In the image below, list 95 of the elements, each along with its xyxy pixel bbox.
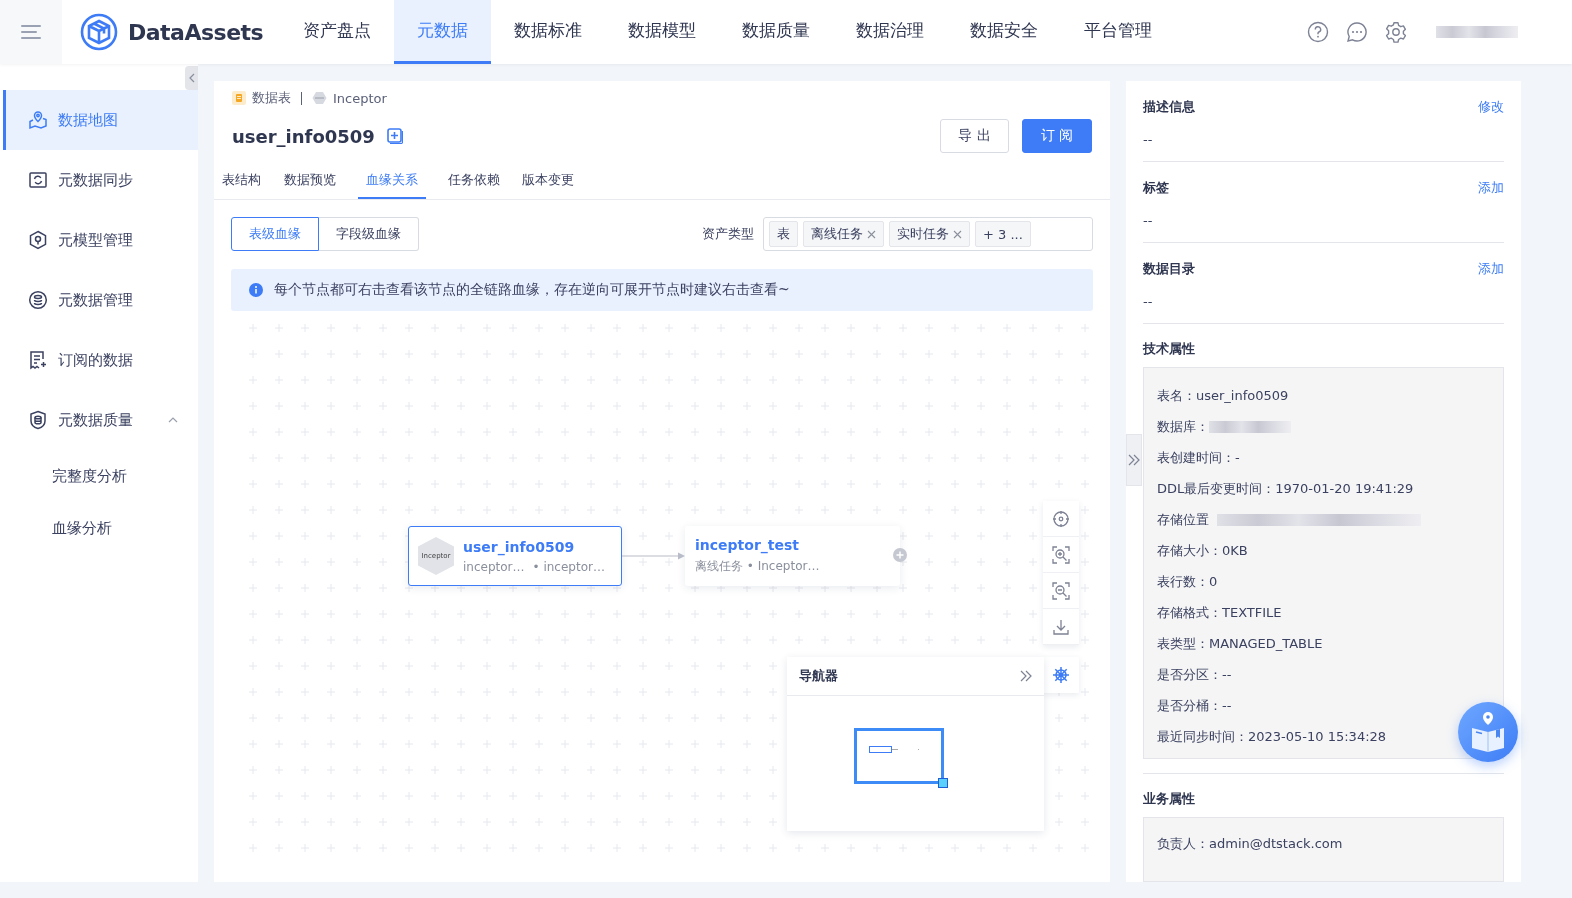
- zoom-out-icon[interactable]: [1043, 573, 1079, 609]
- cube-logo-icon: [80, 13, 118, 51]
- database-shield-icon: [28, 410, 48, 430]
- collapse-button[interactable]: [185, 66, 198, 90]
- property-text: 表类型：MANAGED_TABLE: [1157, 634, 1323, 653]
- property-text: 存储位置: [1157, 510, 1209, 529]
- tab[interactable]: 版本变更: [522, 163, 574, 199]
- settings-icon[interactable]: [1385, 21, 1407, 43]
- sidebar-item[interactable]: 订阅的数据: [3, 330, 198, 390]
- menu-icon[interactable]: [21, 24, 41, 40]
- node-title: user_info0509: [463, 538, 576, 555]
- double-chevron-icon[interactable]: [1020, 670, 1032, 682]
- breadcrumb-source: Inceptor: [333, 90, 387, 106]
- segment-button[interactable]: 字段级血缘: [319, 217, 419, 251]
- property-text: 负责人：admin@dtstack.com: [1157, 834, 1343, 853]
- node-meta: inceptor…: [463, 559, 525, 574]
- locate-icon[interactable]: [1043, 501, 1079, 537]
- map-pin-icon: [28, 110, 48, 130]
- nav-tab[interactable]: 平台管理: [1061, 0, 1175, 64]
- section-title: 标签: [1143, 179, 1169, 197]
- property-text: 存储大小：0KB: [1157, 541, 1248, 560]
- close-icon[interactable]: [867, 229, 876, 239]
- sidebar-subitem[interactable]: 血缘分析: [0, 502, 198, 554]
- nav-tab[interactable]: 数据治理: [833, 0, 947, 64]
- tab[interactable]: 血缘关系: [358, 163, 426, 199]
- property-text: 是否分桶：--: [1157, 696, 1232, 715]
- alert-text: 每个节点都可右击查看该节点的全链路血缘，存在逆向可展开节点时建议右击查看~: [274, 281, 790, 299]
- chevron-left-icon: [188, 73, 195, 83]
- expand-button[interactable]: [1126, 434, 1142, 486]
- property-text: DDL最后变更时间：1970-01-20 19:41:29: [1157, 479, 1414, 498]
- section-title: 描述信息: [1143, 98, 1195, 116]
- brand-name: DataAssets: [128, 19, 264, 45]
- section-link[interactable]: 添加: [1478, 179, 1504, 197]
- asset-type-select[interactable]: 表 离线任务 实时任务 + 3 ...: [763, 217, 1093, 251]
- double-chevron-icon: [1128, 454, 1140, 466]
- property-text: 表行数：0: [1157, 572, 1218, 591]
- tag: 离线任务: [803, 221, 884, 247]
- segment-button[interactable]: 表级血缘: [231, 217, 319, 251]
- section-value: --: [1143, 132, 1154, 147]
- tab[interactable]: 表结构: [222, 163, 262, 199]
- nav-tab[interactable]: 数据标准: [491, 0, 605, 64]
- section-title: 业务属性: [1143, 790, 1196, 808]
- node-title: inceptor_test: [695, 537, 800, 553]
- hexagon-icon: [28, 230, 48, 250]
- navigator-title: 导航器: [799, 667, 838, 685]
- table-doc-icon: [232, 91, 246, 105]
- sidebar-item[interactable]: 元数据质量: [3, 390, 198, 450]
- section-link[interactable]: 修改: [1478, 98, 1504, 116]
- sidebar-subitem[interactable]: 完整度分析: [0, 450, 198, 502]
- property-text: 是否分区：--: [1157, 665, 1232, 684]
- database-icon: [28, 290, 48, 310]
- tab[interactable]: 数据预览: [284, 163, 336, 199]
- close-icon[interactable]: [953, 229, 962, 239]
- sidebar-item[interactable]: 元模型管理: [3, 210, 198, 270]
- nav-tab[interactable]: 数据安全: [947, 0, 1061, 64]
- sidebar-item[interactable]: 元数据同步: [3, 150, 198, 210]
- tag: + 3 ...: [975, 221, 1031, 247]
- zoom-in-icon[interactable]: [1043, 537, 1079, 573]
- tag: 实时任务: [889, 221, 970, 247]
- section-value: --: [1143, 213, 1154, 228]
- property-text: 最近同步时间：2023-05-10 15:34:28: [1157, 727, 1387, 746]
- section-link[interactable]: 添加: [1478, 260, 1504, 278]
- folder-sync-icon: [28, 170, 48, 190]
- property-text: 数据库：: [1157, 417, 1209, 436]
- node-meta: 离线任务 • Inceptor…: [695, 558, 820, 575]
- sidebar-item[interactable]: 数据地图: [3, 90, 198, 150]
- download-icon[interactable]: [1043, 609, 1079, 645]
- help-icon[interactable]: [1307, 21, 1329, 43]
- lineage-node[interactable]: inceptor_test 离线任务 • Inceptor…: [685, 526, 900, 586]
- nav-tab[interactable]: 数据质量: [719, 0, 833, 64]
- node-meta: • inceptor…: [532, 559, 605, 574]
- tag: 表: [769, 221, 798, 247]
- field-label: 资产类型: [702, 225, 754, 243]
- section-title: 数据目录: [1143, 260, 1195, 278]
- info-icon: [249, 283, 263, 297]
- property-text: 存储格式：TEXTFILE: [1157, 603, 1282, 622]
- add-square-icon[interactable]: [386, 128, 403, 144]
- breadcrumb-type: 数据表: [252, 89, 291, 107]
- property-text: 表创建时间：-: [1157, 448, 1240, 467]
- table-title: user_info0509: [232, 125, 375, 147]
- action-button[interactable]: 导 出: [940, 119, 1009, 153]
- edge-arrow: [622, 551, 686, 561]
- hexagon-icon: [312, 91, 327, 105]
- chat-icon[interactable]: [1346, 21, 1368, 43]
- nav-tab[interactable]: 元数据: [394, 0, 491, 64]
- nav-tab[interactable]: 数据模型: [605, 0, 719, 64]
- section-value: --: [1143, 294, 1154, 309]
- sidebar-item[interactable]: 元数据管理: [3, 270, 198, 330]
- nav-tab[interactable]: 资产盘点: [280, 0, 394, 64]
- tab[interactable]: 任务依赖: [448, 163, 500, 199]
- property-text: 表名：user_info0509: [1157, 386, 1289, 405]
- helm-icon[interactable]: [1043, 657, 1079, 693]
- section-title: 技术属性: [1143, 340, 1196, 358]
- receipt-add-icon: [28, 350, 48, 370]
- action-button[interactable]: 订 阅: [1021, 119, 1092, 153]
